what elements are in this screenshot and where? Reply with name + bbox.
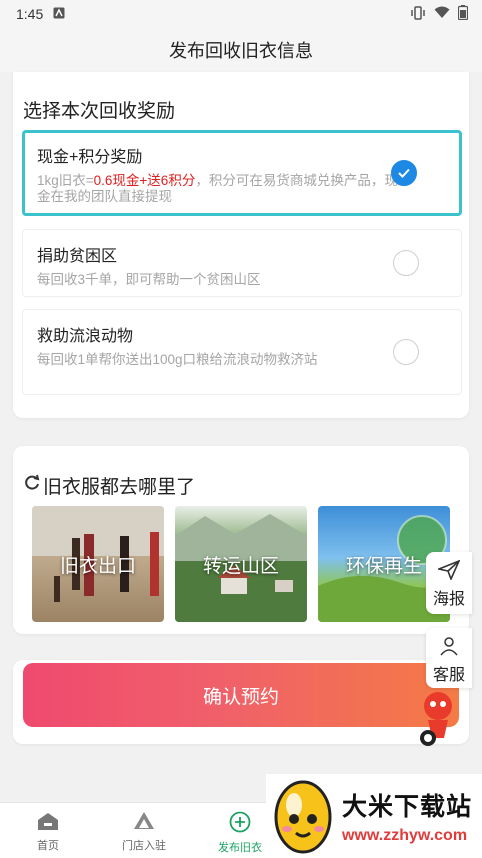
wifi-icon [434, 6, 450, 22]
confirm-card: 确认预约 [13, 660, 469, 744]
poster-label: 海报 [432, 591, 465, 608]
status-bar: 1:45 [0, 0, 482, 28]
home-icon [36, 811, 60, 834]
mountain-image[interactable]: 转运山区 [175, 506, 307, 622]
export-label: 旧衣出口 [59, 555, 136, 577]
radio-checked[interactable] [391, 160, 417, 186]
watermark: 大米下载站 www.zzhyw.com [266, 774, 482, 858]
mountain-label: 转运山区 [202, 555, 279, 577]
reward-card: 选择本次回收奖励 现金+积分奖励 1kg旧衣=0.6现金+送6积分，积分可在易货… [13, 72, 469, 418]
poster-float-button[interactable]: 海报 [426, 552, 472, 614]
a-square-icon [53, 6, 65, 22]
where-section-title: 旧衣服都去哪里了 [23, 472, 195, 499]
vibrate-icon [410, 5, 426, 23]
tab-store[interactable]: 门店入驻 [96, 803, 192, 858]
tab-label: 发布旧衣 [218, 842, 262, 854]
option-poverty-aid[interactable]: 捐助贫困区 每回收3千单，即可帮助一个贫困山区 [22, 229, 462, 297]
service-float-button[interactable]: 客服 [426, 628, 472, 688]
export-image[interactable]: 旧衣出口 [32, 506, 164, 622]
tab-label: 门店入驻 [122, 840, 166, 852]
status-time: 1:45 [16, 6, 44, 22]
reward-section-title: 选择本次回收奖励 [23, 101, 176, 122]
store-icon [133, 811, 155, 834]
watermark-logo-icon [274, 780, 332, 854]
option-cash-points[interactable]: 现金+积分奖励 1kg旧衣=0.6现金+送6积分，积分可在易货商城兑换产品，现金… [22, 130, 462, 216]
send-icon [436, 559, 461, 585]
person-icon [439, 636, 459, 661]
tab-label: 首页 [37, 840, 59, 852]
service-label: 客服 [432, 667, 465, 684]
add-circle-icon [229, 811, 251, 836]
option-title: 捐助贫困区 [37, 248, 118, 265]
option-desc: 每回收1单帮你送出100g口粮给流浪动物救济站 [37, 352, 318, 367]
app-bar: 发布回收旧衣信息 [0, 28, 482, 72]
recycle-label: 环保再生 [345, 555, 422, 577]
option-animal-rescue[interactable]: 救助流浪动物 每回收1单帮你送出100g口粮给流浪动物救济站 [22, 309, 462, 395]
watermark-url: www.zzhyw.com [342, 827, 468, 844]
radio-unchecked[interactable] [393, 250, 419, 276]
option-desc: 1kg旧衣=0.6现金+送6积分，积分可在易货商城兑换产品，现金在我的团队直接提… [37, 173, 398, 204]
option-desc: 每回收3千单，即可帮助一个贫困山区 [37, 272, 261, 287]
check-icon [398, 168, 410, 178]
where-card: 旧衣服都去哪里了 旧衣出口 转运山区 环保再生 [13, 446, 469, 634]
watermark-name: 大米下载站 [342, 793, 473, 821]
radio-unchecked[interactable] [393, 339, 419, 365]
battery-icon [457, 5, 469, 23]
refresh-icon [23, 474, 41, 498]
page-title: 发布回收旧衣信息 [169, 41, 313, 61]
option-title: 救助流浪动物 [37, 328, 134, 345]
option-title: 现金+积分奖励 [37, 149, 143, 166]
option-desc-highlight: 0.6现金+送6积分 [93, 173, 196, 188]
mascot-icon [420, 692, 452, 746]
confirm-button[interactable]: 确认预约 [23, 663, 459, 727]
tab-home[interactable]: 首页 [0, 803, 96, 858]
